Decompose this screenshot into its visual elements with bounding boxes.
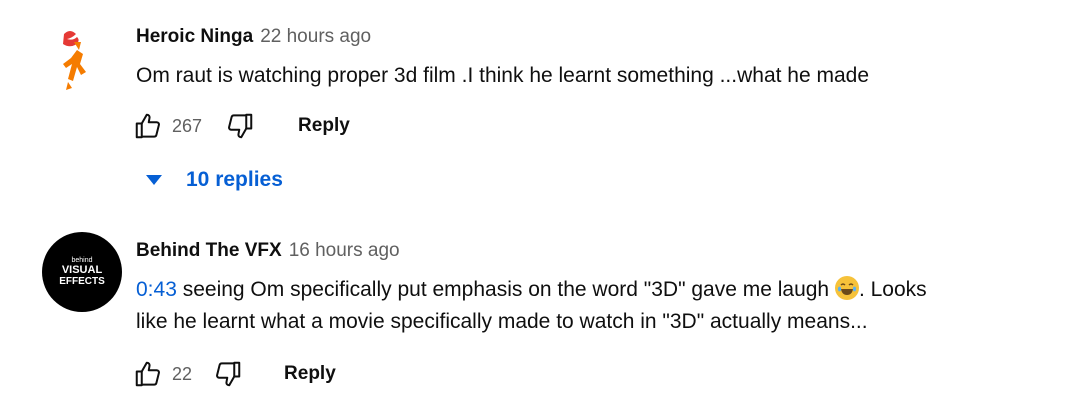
comment-author[interactable]: Behind The VFX — [136, 240, 282, 262]
logo-text-small: behind — [71, 257, 92, 264]
comment-time[interactable]: 22 hours ago — [260, 26, 371, 48]
laughing-emoji-icon — [834, 276, 859, 300]
comment-text: 0:43 seeing Om specifically put emphasis… — [136, 274, 1055, 338]
thumbs-up-icon — [135, 361, 160, 387]
like-count: 22 — [172, 363, 193, 384]
reply-button[interactable]: Reply — [284, 363, 336, 385]
reply-button[interactable]: Reply — [298, 115, 350, 137]
comment-text-part: like he learnt what a movie specifically… — [136, 310, 868, 333]
comment-text: Om raut is watching proper 3d film .I th… — [136, 64, 870, 87]
thumbs-down-icon — [228, 113, 253, 139]
caret-down-icon — [146, 175, 162, 185]
logo-text-effects: EFFECTS — [59, 276, 105, 287]
comment-author[interactable]: Heroic Ninga — [136, 26, 253, 48]
ninja-orange-icon — [63, 31, 86, 90]
logo-text-visual: VISUAL — [62, 264, 103, 276]
comment-actions: 267 Reply — [132, 106, 350, 146]
dislike-button[interactable] — [224, 110, 256, 142]
like-button[interactable] — [132, 110, 164, 142]
comment-time[interactable]: 16 hours ago — [289, 240, 400, 262]
timestamp-link[interactable]: 0:43 — [136, 278, 177, 301]
thumbs-down-icon — [216, 361, 241, 387]
like-button[interactable] — [132, 358, 164, 390]
replies-toggle[interactable]: 10 replies — [146, 168, 283, 192]
comment-text-part: . Looks — [858, 278, 927, 301]
behind-visual-effects-logo: behind VISUAL EFFECTS — [59, 257, 105, 287]
comment-actions: 22 Reply — [132, 354, 336, 394]
thumbs-up-icon — [135, 113, 160, 139]
avatar[interactable]: behind VISUAL EFFECTS — [42, 232, 122, 312]
avatar[interactable] — [44, 20, 124, 100]
dislike-button[interactable] — [212, 358, 244, 390]
comment-text-part: seeing Om specifically put emphasis on t… — [176, 278, 835, 301]
replies-count: 10 replies — [186, 168, 283, 191]
like-count: 267 — [172, 115, 203, 136]
